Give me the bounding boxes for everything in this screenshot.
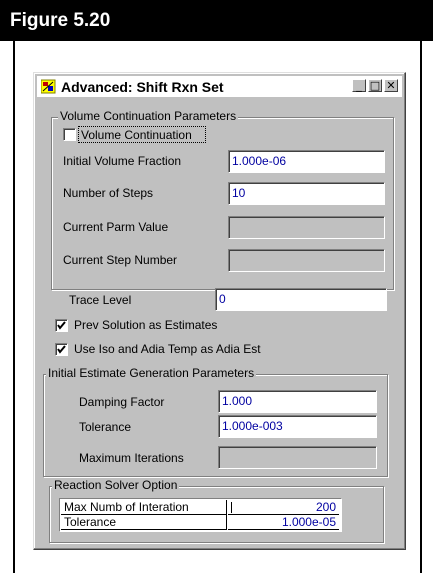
trace-level-field[interactable]: 0 [215,288,387,311]
advanced-dialog: Advanced: Shift Rxn Set _ □ ✕ Volume Con… [33,72,406,550]
minimize-icon[interactable]: _ [352,79,366,92]
volume-continuation-checkbox[interactable] [63,128,76,141]
close-icon[interactable]: ✕ [384,79,398,92]
prev-solution-checkbox[interactable] [55,319,68,332]
maximize-icon[interactable]: □ [368,79,382,92]
current-parm-value-label: Current Parm Value [63,220,169,234]
initial-volume-fraction-field[interactable]: 1.000e-06 [228,150,385,173]
window-title: Advanced: Shift Rxn Set [61,79,224,95]
solver-option-name: Max Numb of Interation [61,500,227,515]
text-caret [231,502,232,513]
maximum-iterations-label: Maximum Iterations [79,451,184,465]
table-row[interactable]: Max Numb of Interation 200 [61,500,340,515]
solver-option-value[interactable]: 200 [228,500,339,515]
tolerance-label: Tolerance [79,420,132,434]
prev-solution-label: Prev Solution as Estimates [74,318,218,332]
estimate-group-label: Initial Estimate Generation Parameters [46,366,257,380]
solver-option-name: Tolerance [61,515,227,530]
current-step-number-field [228,249,385,272]
solver-option-value[interactable]: 1.000e-05 [228,515,339,530]
window-titlebar[interactable]: Advanced: Shift Rxn Set _ □ ✕ [37,76,402,97]
trace-level-label: Trace Level [69,293,132,307]
use-iso-adia-checkbox[interactable] [55,343,68,356]
current-parm-value-field [228,216,385,239]
volume-group-label: Volume Continuation Parameters [58,109,239,123]
initial-volume-fraction-label: Initial Volume Fraction [63,154,182,168]
solver-group-label: Reaction Solver Option [52,478,180,492]
figure-title: Figure 5.20 [10,10,111,31]
volume-continuation-label: Volume Continuation [81,128,192,142]
number-of-steps-field[interactable]: 10 [228,182,385,205]
tolerance-field[interactable]: 1.000e-003 [218,415,377,438]
maximum-iterations-field [218,446,377,469]
figure-header: Figure 5.20 [0,0,433,41]
app-icon [40,79,57,94]
number-of-steps-label: Number of Steps [63,186,154,200]
damping-factor-field[interactable]: 1.000 [218,390,377,413]
table-row[interactable]: Tolerance 1.000e-05 [61,515,340,530]
damping-factor-label: Damping Factor [79,395,165,409]
use-iso-adia-label: Use Iso and Adia Temp as Adia Est [74,342,261,356]
solver-options-table: Max Numb of Interation 200 Tolerance 1.0… [59,498,342,532]
current-step-number-label: Current Step Number [63,253,178,267]
